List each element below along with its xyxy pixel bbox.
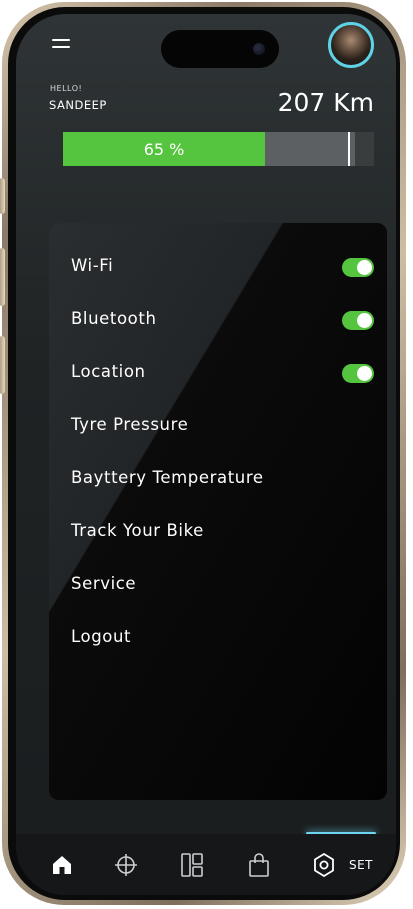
shopping-bag-icon: [249, 852, 269, 877]
setting-label: Wi-Fi: [71, 256, 114, 275]
user-name: SANDEEP: [49, 98, 107, 112]
setting-label: Track Your Bike: [71, 521, 204, 540]
setting-track-bike[interactable]: Track Your Bike: [49, 511, 387, 551]
crosshair-icon: [115, 853, 137, 876]
setting-service[interactable]: Service: [49, 564, 387, 604]
nav-home[interactable]: [42, 834, 82, 895]
nav-settings[interactable]: SET: [308, 834, 378, 895]
hamburger-menu-icon[interactable]: [52, 39, 72, 53]
setting-label: Service: [71, 574, 137, 593]
battery-marker: [348, 132, 350, 166]
setting-bluetooth[interactable]: Bluetooth: [49, 299, 387, 339]
nav-dashboard[interactable]: [172, 834, 212, 895]
volume-up-button: [0, 248, 5, 306]
range-distance: 207 Km: [277, 88, 374, 117]
dashboard-icon: [181, 852, 203, 877]
settings-icon: [314, 852, 334, 877]
nav-locate[interactable]: [106, 834, 146, 895]
setting-location[interactable]: Location: [49, 352, 387, 392]
battery-percent: 65 %: [143, 139, 185, 159]
action-button: [0, 178, 5, 214]
battery-bar: 65 %: [63, 132, 374, 166]
volume-down-button: [0, 336, 5, 394]
bottom-nav: SET: [16, 834, 396, 895]
avatar[interactable]: [328, 22, 374, 68]
camera-icon: [253, 43, 265, 55]
greeting-text: HELLO!: [50, 84, 83, 93]
location-toggle[interactable]: [342, 364, 374, 383]
app-screen: HELLO! SANDEEP 207 Km 65 % Wi-Fi Bluetoo…: [16, 14, 396, 895]
setting-label: Bluetooth: [71, 309, 157, 328]
setting-battery-temperature[interactable]: Bayttery Temperature: [49, 458, 387, 498]
battery-end-segment: [355, 132, 374, 166]
bluetooth-toggle[interactable]: [342, 311, 374, 330]
setting-wifi[interactable]: Wi-Fi: [49, 246, 387, 286]
setting-logout[interactable]: Logout: [49, 617, 387, 657]
settings-panel: Wi-Fi Bluetooth Location Tyre Pressure B…: [49, 223, 387, 800]
nav-shop[interactable]: [239, 834, 279, 895]
setting-label: Logout: [71, 627, 132, 646]
home-icon: [53, 855, 71, 874]
dynamic-island: [161, 30, 279, 68]
wifi-toggle[interactable]: [342, 258, 374, 277]
setting-label: Tyre Pressure: [71, 415, 189, 434]
setting-label: Location: [71, 362, 146, 381]
nav-settings-label: SET: [348, 857, 374, 872]
setting-label: Bayttery Temperature: [71, 468, 264, 487]
setting-tyre-pressure[interactable]: Tyre Pressure: [49, 405, 387, 445]
